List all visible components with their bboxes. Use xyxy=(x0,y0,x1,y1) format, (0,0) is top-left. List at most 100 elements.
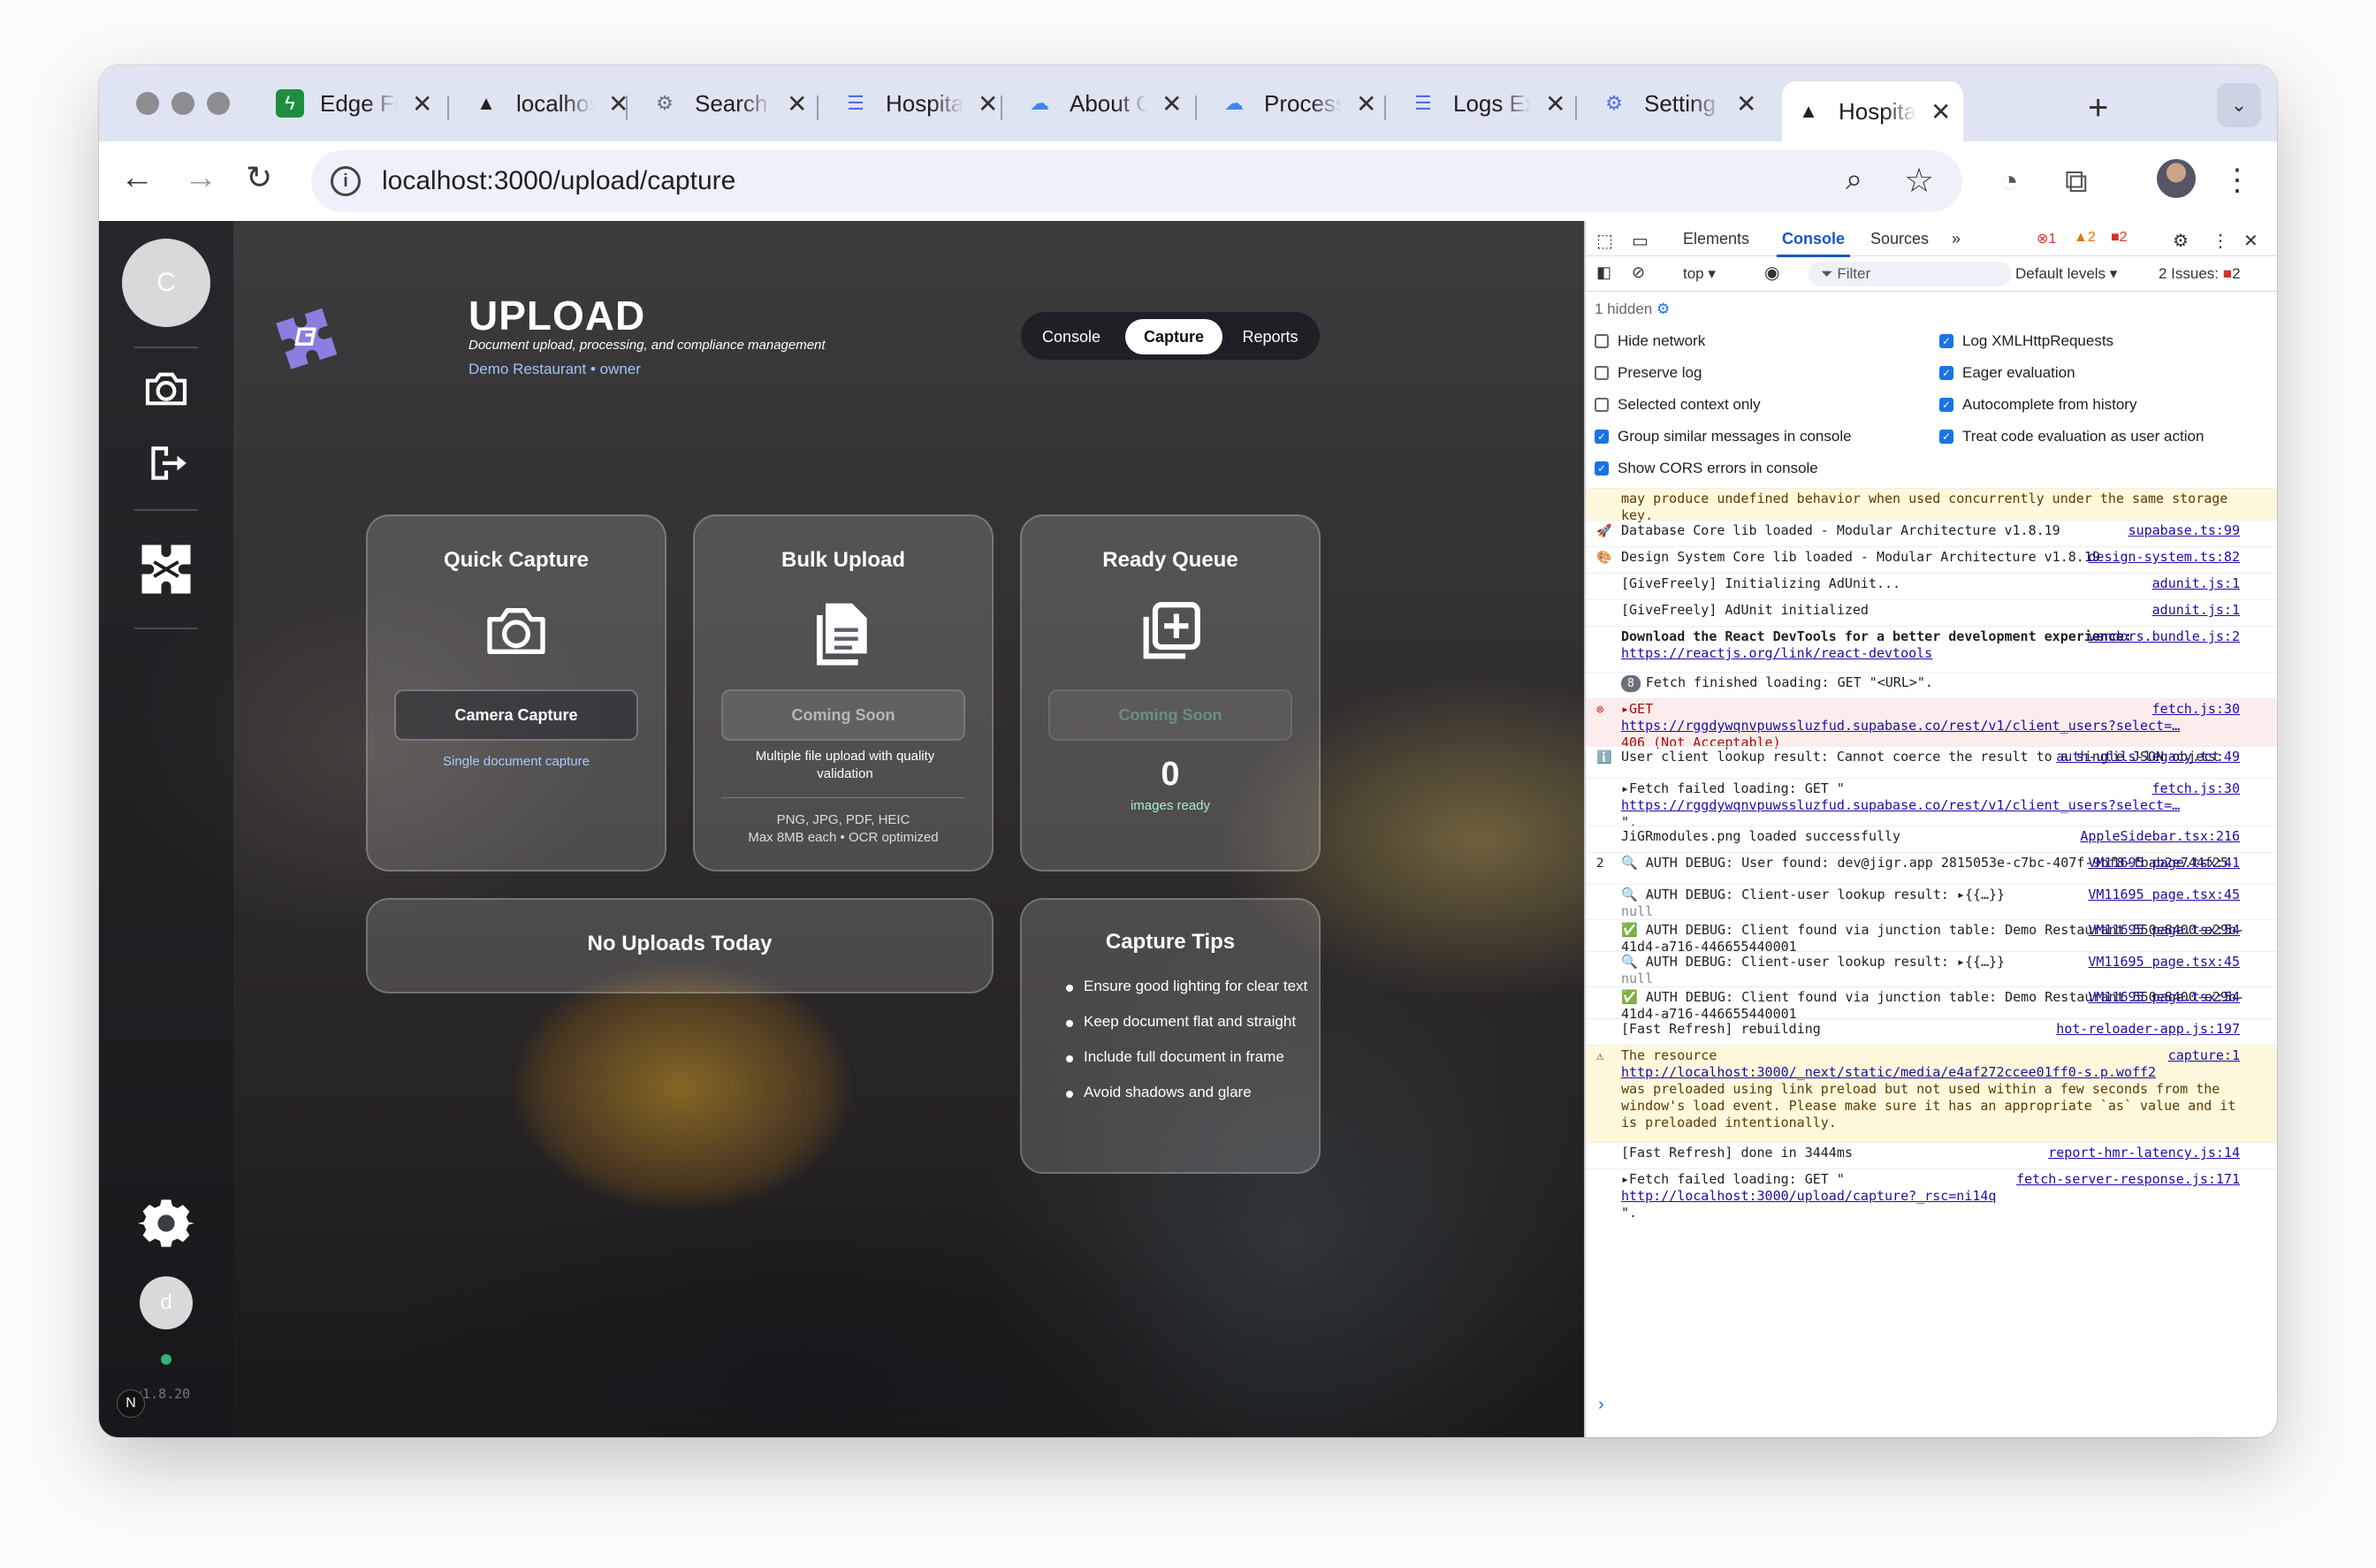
profile-avatar[interactable] xyxy=(2157,159,2196,198)
console-setting-checkbox[interactable]: ✓ Log XMLHttpRequests xyxy=(1939,332,2113,350)
forward-arrow-icon[interactable]: → xyxy=(184,159,217,197)
modules-puzzle-icon[interactable] xyxy=(133,536,200,603)
checked-icon[interactable]: ✓ xyxy=(1595,430,1609,444)
issues-link[interactable]: 2 Issues: ■2 xyxy=(2159,265,2241,283)
console-message[interactable]: 2 🔍 AUTH DEBUG: User found: dev@jigr.app … xyxy=(1586,852,2277,884)
console-message[interactable]: 8 Fetch finished loading: GET "<URL>". xyxy=(1586,672,2277,698)
console-message[interactable]: ⚠ The resource http://localhost:3000/_next… xyxy=(1586,1045,2277,1142)
console-setting-checkbox[interactable]: Selected context only xyxy=(1595,396,1761,414)
nextjs-dev-badge[interactable]: N xyxy=(117,1389,145,1418)
warning-count[interactable]: ▲2 xyxy=(2074,230,2096,246)
extensions-puzzle-icon[interactable]: ⧉ xyxy=(2065,163,2088,201)
checked-icon[interactable]: ✓ xyxy=(1939,366,1953,380)
console-filter-input[interactable]: ⏷ Filter xyxy=(1809,262,2012,286)
console-message[interactable]: 🎨 Design System Core lib loaded - Modular… xyxy=(1586,546,2277,573)
clear-console-icon[interactable]: ⊘ xyxy=(1632,263,1645,282)
source-link[interactable]: fetch-server-response.js:171 xyxy=(2011,1171,2240,1188)
browser-tab[interactable]: ⚙ Search ✕ xyxy=(638,81,819,126)
browser-tab[interactable]: ▲localhost✕ xyxy=(460,81,641,126)
logout-icon[interactable] xyxy=(136,433,196,493)
source-link[interactable]: supabase.ts:99 xyxy=(2123,522,2240,539)
live-expression-eye-icon[interactable]: ◉ xyxy=(1764,262,1779,284)
reload-icon[interactable]: ↻ xyxy=(246,159,272,196)
source-link[interactable]: capture:1 xyxy=(2162,1047,2240,1064)
close-window-button[interactable] xyxy=(136,92,159,115)
console-setting-checkbox[interactable]: Preserve log xyxy=(1595,364,1702,382)
tab-sources[interactable]: Sources xyxy=(1870,230,1929,248)
browser-tab[interactable]: ☁ About C ✕ xyxy=(1013,81,1194,126)
console-setting-checkbox[interactable]: ✓ Eager evaluation xyxy=(1939,364,2075,382)
devtools-settings-gear-icon[interactable]: ⚙ xyxy=(2173,230,2189,252)
message-link[interactable]: https://reactjs.org/link/react-devtools xyxy=(1621,645,1932,661)
source-link[interactable]: AppleSidebar.tsx:216 xyxy=(2075,828,2240,845)
console-prompt[interactable]: › xyxy=(1598,1395,1604,1415)
console-message[interactable]: ▸Fetch failed loading: GET " http://local… xyxy=(1586,1168,2277,1221)
browser-tab[interactable]: ☁ Process ✕ xyxy=(1207,81,1389,126)
close-tab-icon[interactable]: ✕ xyxy=(1736,89,1756,118)
url-text[interactable]: localhost:3000/upload/capture xyxy=(382,166,735,196)
bookmark-star-icon[interactable]: ☆ xyxy=(1904,161,1934,201)
source-link[interactable]: fetch.js:30 xyxy=(2146,701,2240,718)
close-devtools-icon[interactable]: ✕ xyxy=(2243,230,2258,252)
sidebar-toggle-icon[interactable]: ◧ xyxy=(1596,263,1611,282)
source-link[interactable]: VM11695 page.tsx:54 xyxy=(2083,922,2240,939)
console-message[interactable]: [Fast Refresh] done in 3444ms report-hmr-… xyxy=(1586,1142,2277,1168)
browser-tab[interactable]: ▲ Hospita ✕ xyxy=(1782,81,1964,141)
tab-console[interactable]: Console xyxy=(1030,319,1113,354)
console-message[interactable]: 🔍 AUTH DEBUG: Client-user lookup result:… xyxy=(1586,951,2277,986)
site-info-icon[interactable]: i xyxy=(331,166,361,196)
tab-reports[interactable]: Reports xyxy=(1228,319,1313,354)
console-message[interactable]: ✅ AUTH DEBUG: Client found via junction … xyxy=(1586,919,2277,955)
maximize-window-button[interactable] xyxy=(207,92,230,115)
console-message[interactable]: ⊗ ▸GET https://rggdywqnvpuwssluzfud.supaba… xyxy=(1586,698,2277,750)
tab-capture[interactable]: Capture xyxy=(1125,319,1222,354)
browser-menu-icon[interactable]: ⋮ xyxy=(2222,163,2252,198)
source-link[interactable]: vendors.bundle.js:2 xyxy=(2083,628,2240,645)
browser-tab[interactable]: ☰ Logs Ex ✕ xyxy=(1397,81,1578,126)
source-link[interactable]: fetch.js:30 xyxy=(2147,780,2240,797)
checked-icon[interactable]: ✓ xyxy=(1939,334,1953,348)
console-message[interactable]: ▸Fetch failed loading: GET " https://rggd… xyxy=(1586,778,2277,830)
console-message[interactable]: ℹ️ User client lookup result: Cannot coer… xyxy=(1586,746,2277,778)
browser-tab[interactable]: ☰ Hospita ✕ xyxy=(829,81,1010,126)
console-message[interactable]: [GiveFreely] Initializing AdUnit... aduni… xyxy=(1586,573,2277,599)
console-setting-checkbox[interactable]: ✓ Group similar messages in console xyxy=(1595,428,1852,445)
console-message[interactable]: 🚀 Database Core lib loaded - Modular Arch… xyxy=(1586,520,2277,546)
close-tab-icon[interactable]: ✕ xyxy=(978,89,998,118)
close-tab-icon[interactable]: ✕ xyxy=(1161,89,1182,118)
checked-icon[interactable]: ✓ xyxy=(1939,430,1953,444)
address-bar[interactable]: i localhost:3000/upload/capture ⌕ ☆ xyxy=(311,150,1962,212)
console-message[interactable]: [GiveFreely] AdUnit initialized adunit.js… xyxy=(1586,599,2277,626)
tab-search-chevron-icon[interactable]: ⌄ xyxy=(2217,83,2261,127)
unchecked-icon[interactable] xyxy=(1595,398,1609,412)
device-toolbar-icon[interactable]: ▭ xyxy=(1632,230,1649,252)
source-link[interactable]: adunit.js:1 xyxy=(2147,575,2240,592)
error-count[interactable]: ⊗1 xyxy=(2037,230,2056,247)
tab-elements[interactable]: Elements xyxy=(1683,230,1749,248)
new-tab-button[interactable]: + xyxy=(2088,88,2108,128)
back-arrow-icon[interactable]: ← xyxy=(120,159,154,197)
tab-console[interactable]: Console xyxy=(1776,230,1851,257)
source-link[interactable]: VM11695 page.tsx:41 xyxy=(2083,855,2240,872)
message-link[interactable]: https://rggdywqnvpuwssluzfud.supabase.co… xyxy=(1621,718,2180,734)
source-link[interactable]: design-system.ts:82 xyxy=(2083,549,2240,566)
checked-icon[interactable]: ✓ xyxy=(1595,461,1609,476)
zoom-icon[interactable]: ⌕ xyxy=(1846,163,1862,197)
console-setting-checkbox[interactable]: ✓ Show CORS errors in console xyxy=(1595,460,1818,477)
console-message[interactable]: ✅ AUTH DEBUG: Client found via junction … xyxy=(1586,986,2277,1022)
issue-count[interactable]: ■2 xyxy=(2111,230,2128,246)
extension-refresh-icon[interactable]: ◔ xyxy=(1999,163,2019,200)
user-avatar[interactable]: d xyxy=(140,1276,193,1329)
unchecked-icon[interactable] xyxy=(1595,366,1609,380)
camera-capture-button[interactable]: Camera Capture xyxy=(394,689,638,741)
minimize-window-button[interactable] xyxy=(171,92,194,115)
browser-tab[interactable]: ⚙ Setting ✕ xyxy=(1588,81,1769,126)
message-link[interactable]: https://rggdywqnvpuwssluzfud.supabase.co… xyxy=(1621,797,2180,813)
console-message[interactable]: may produce undefined behavior when used… xyxy=(1586,488,2277,523)
close-tab-icon[interactable]: ✕ xyxy=(1930,97,1951,126)
message-link[interactable]: http://localhost:3000/upload/capture?_rs… xyxy=(1621,1188,1996,1204)
camera-icon[interactable] xyxy=(136,359,196,419)
source-link[interactable]: adunit.js:1 xyxy=(2147,602,2240,619)
checked-icon[interactable]: ✓ xyxy=(1939,398,1953,412)
source-link[interactable]: report-hmr-latency.js:14 xyxy=(2043,1145,2240,1161)
